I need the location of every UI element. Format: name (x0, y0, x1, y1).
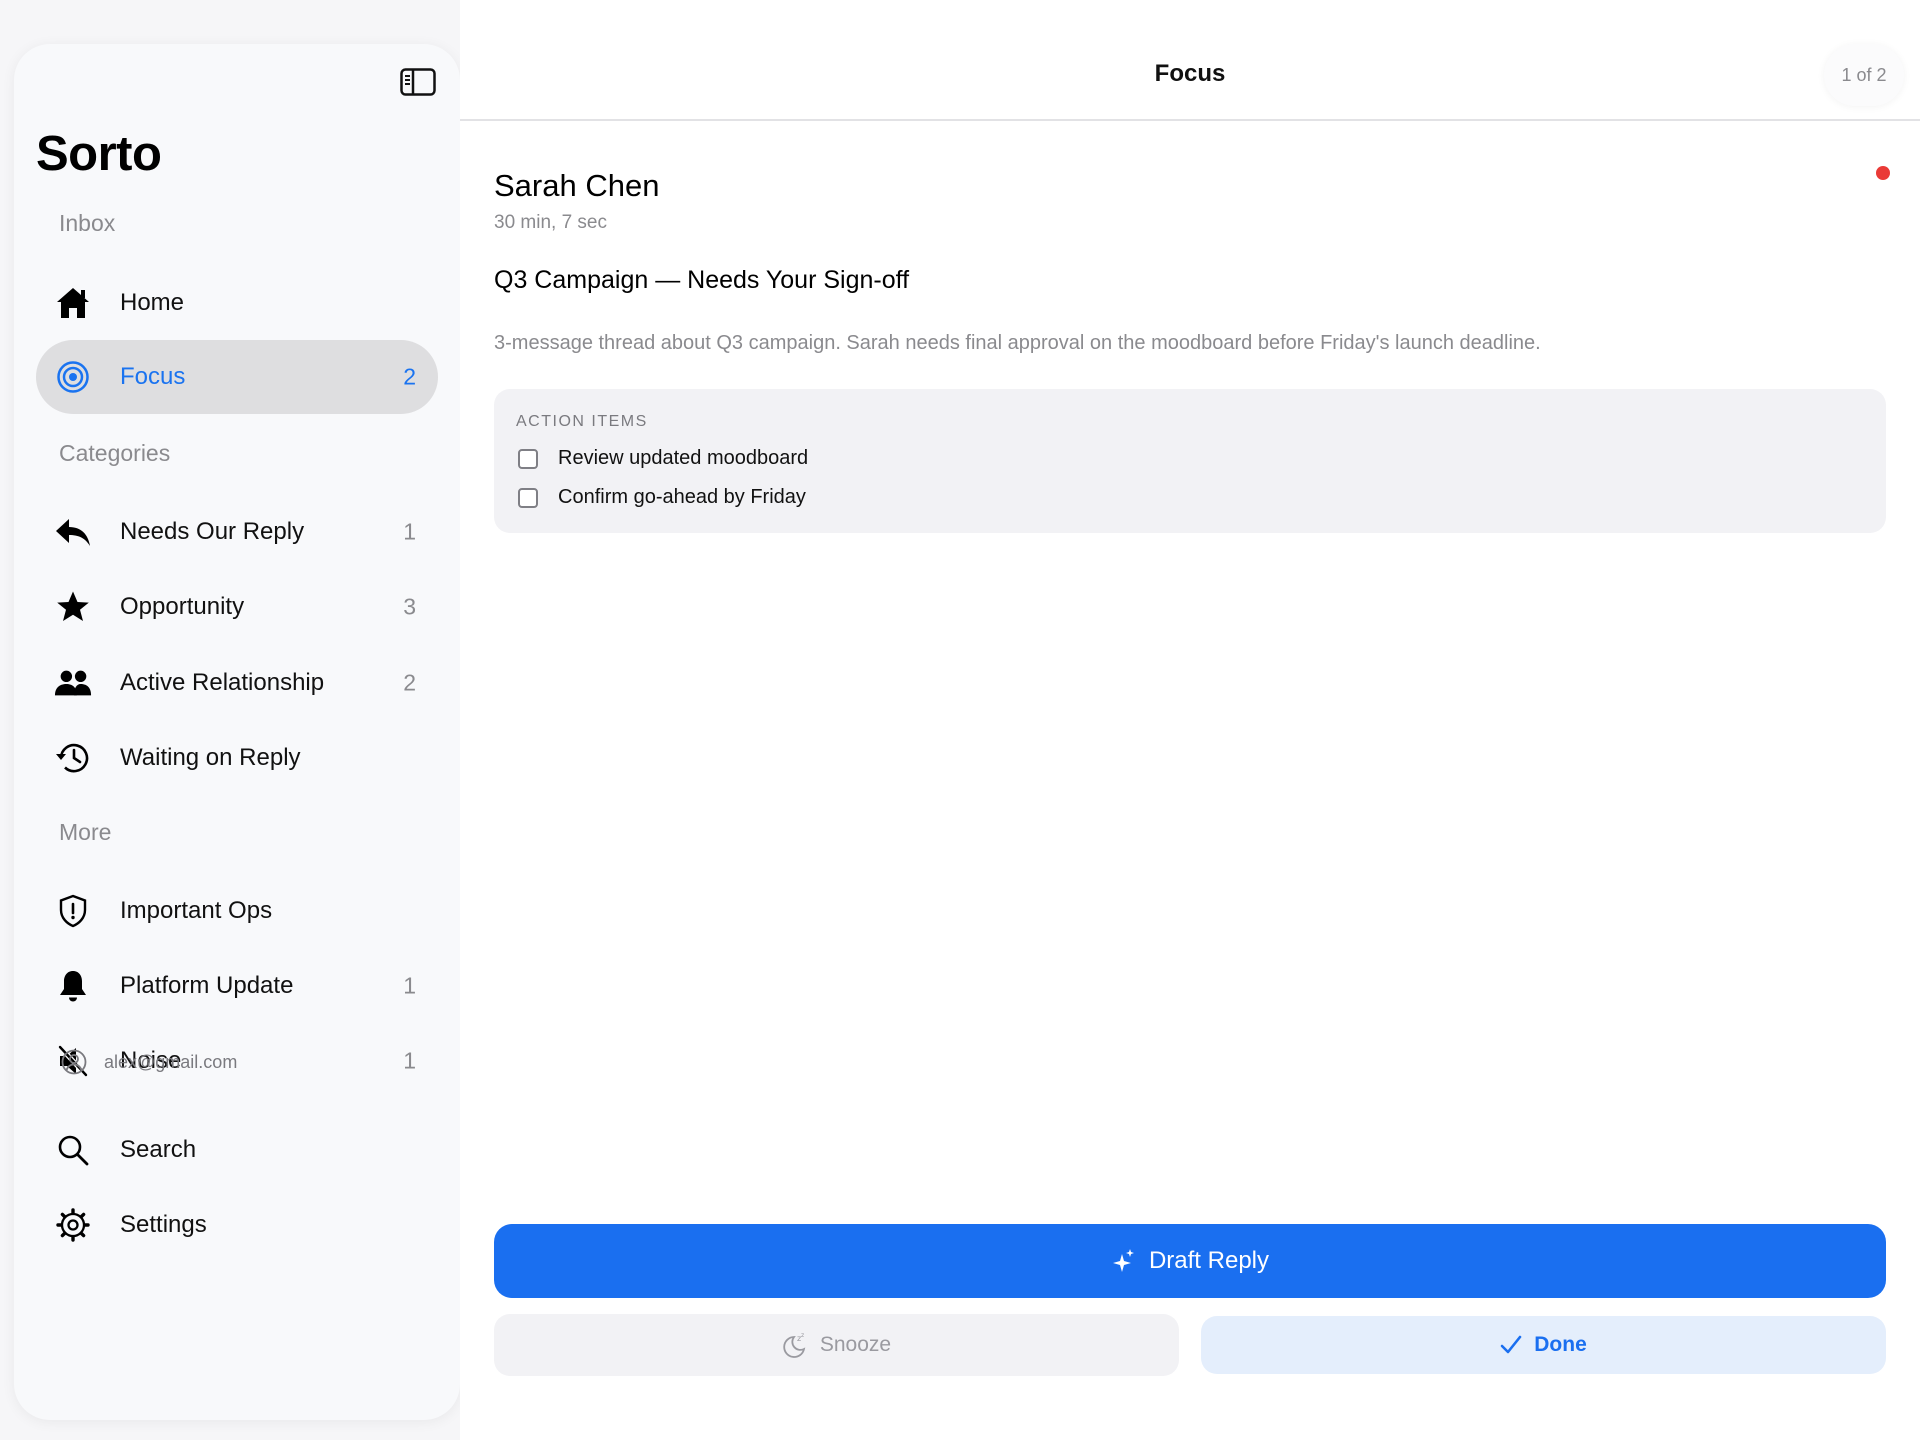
section-label-categories: Categories (59, 440, 171, 466)
draft-reply-label: Draft Reply (1148, 1247, 1270, 1274)
sidebar-item-label: Settings (120, 1211, 207, 1238)
people-icon (54, 664, 92, 702)
checkmark-icon (1500, 1335, 1522, 1355)
sidebar-item-count: 2 (403, 669, 416, 696)
snooze-label: Snooze (819, 1333, 892, 1356)
action-item-text: Review updated moodboard (558, 447, 809, 469)
draft-reply-button[interactable]: Draft Reply (494, 1224, 1886, 1298)
sidebar-item-platform-update[interactable]: Platform Update 1 (36, 949, 438, 1023)
app-title: Sorto (36, 127, 162, 181)
shield-alert-icon (54, 892, 92, 930)
sidebar-toggle-button[interactable] (398, 62, 438, 102)
bell-icon (54, 967, 92, 1005)
sidebar-item-label: Active Relationship (120, 669, 325, 696)
sidebar-item-label: Opportunity (120, 593, 245, 620)
main-panel: Focus 1 of 2 Sarah Chen 30 min, 7 sec Q3… (460, 0, 1920, 1440)
message-summary: 3-message thread about Q3 campaign. Sara… (494, 332, 1541, 354)
pager-indicator[interactable]: 1 of 2 (1824, 44, 1904, 106)
sidebar-item-count: 1 (403, 518, 416, 545)
sidebar-item-label: Waiting on Reply (120, 744, 301, 771)
action-item[interactable]: Review updated moodboard (518, 447, 808, 470)
sidebar-item-label: Home (120, 289, 185, 316)
sidebar-item-search[interactable]: Search (36, 1113, 438, 1187)
person-circle-icon (58, 1046, 90, 1078)
sidebar-item-waiting-on-reply[interactable]: Waiting on Reply (36, 721, 438, 795)
sidebar-item-settings[interactable]: Settings (36, 1188, 438, 1262)
svg-text:z: z (801, 1332, 804, 1339)
unread-dot (1876, 166, 1890, 180)
action-items-heading: ACTION ITEMS (516, 413, 648, 430)
sidebar-item-needs-our-reply[interactable]: Needs Our Reply 1 (36, 495, 438, 569)
elapsed-time: 30 min, 7 sec (494, 212, 607, 233)
action-item-checkbox[interactable] (518, 448, 538, 469)
sidebar-item-count: 2 (403, 363, 416, 390)
top-bar: Focus 1 of 2 (460, 0, 1920, 121)
search-icon (54, 1131, 92, 1169)
sidebar-item-count: 3 (403, 593, 416, 620)
sidebar-item-opportunity[interactable]: Opportunity 3 (36, 570, 438, 644)
sidebar-item-label: Focus (120, 363, 186, 390)
action-item-text: Confirm go-ahead by Friday (558, 486, 806, 508)
action-item[interactable]: Confirm go-ahead by Friday (518, 486, 806, 509)
sidebar-item-active-relationship[interactable]: Active Relationship 2 (36, 646, 438, 720)
sidebar-item-label: Needs Our Reply (120, 518, 305, 545)
done-button[interactable]: Done (1201, 1316, 1886, 1374)
sidebar-item-label: Important Ops (120, 897, 273, 924)
moon-zzz-icon: z z (782, 1332, 808, 1358)
page-title: Focus (1154, 60, 1226, 87)
sidebar-item-count: 1 (403, 972, 416, 999)
sidebar-item-important-ops[interactable]: Important Ops (36, 874, 438, 948)
sidebar-item-focus[interactable]: Focus 2 (36, 340, 438, 414)
history-clock-icon (54, 739, 92, 777)
star-icon (54, 588, 92, 626)
sidebar: Sorto Inbox Home Focus 2 Categories Need… (14, 44, 460, 1420)
action-items-card: ACTION ITEMS Review updated moodboard Co… (494, 389, 1886, 533)
account-info[interactable]: alex@gmail.com (58, 1046, 237, 1078)
gear-icon (54, 1206, 92, 1244)
sidebar-toggle-icon (400, 68, 436, 96)
section-label-more: More (59, 819, 112, 845)
section-label-inbox: Inbox (59, 210, 116, 236)
sidebar-item-label: Platform Update (120, 972, 294, 999)
sender-name: Sarah Chen (494, 168, 660, 203)
sparkles-icon (1111, 1248, 1135, 1274)
house-icon (54, 284, 92, 322)
reply-arrow-icon (54, 513, 92, 551)
account-email: alex@gmail.com (104, 1051, 238, 1072)
sidebar-item-label: Search (120, 1136, 197, 1163)
snooze-button[interactable]: z z Snooze (494, 1314, 1179, 1376)
sidebar-item-home[interactable]: Home (36, 266, 438, 340)
sidebar-item-count: 1 (403, 1047, 416, 1074)
done-label: Done (1534, 1333, 1587, 1356)
target-icon (54, 358, 92, 396)
message-subject: Q3 Campaign — Needs Your Sign-off (494, 266, 910, 294)
action-item-checkbox[interactable] (518, 487, 538, 508)
